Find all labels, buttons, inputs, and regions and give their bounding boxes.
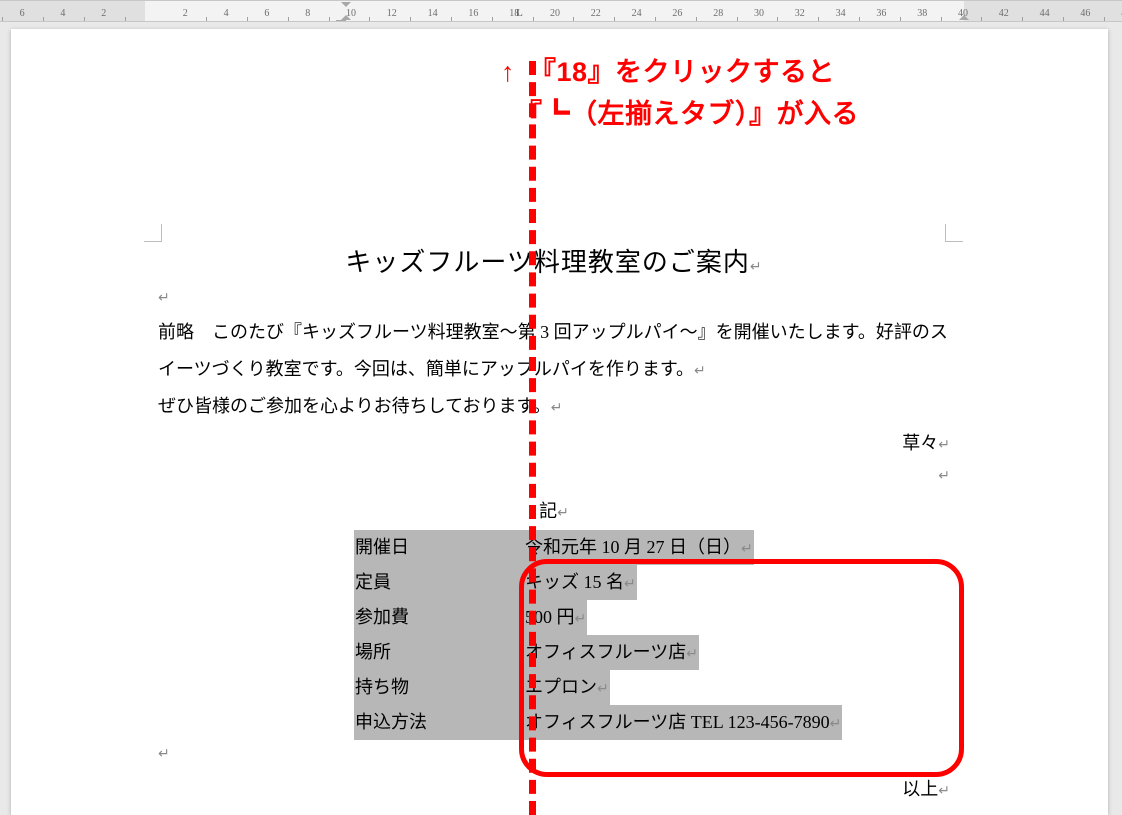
- annotation-text: ↑ 『18』をクリックすると 『┗（左揃えタブ）』が入る: [501, 52, 859, 136]
- editor-workspace: キッズフルーツ料理教室のご案内↵ ↵ 前略 このたび『キッズフルーツ料理教室〜第…: [0, 22, 1122, 815]
- paragraph-2: ぜひ皆様のご参加を心よりお待ちしております。↵: [158, 388, 950, 425]
- right-indent[interactable]: [959, 15, 969, 20]
- annotation-highlight-box: [519, 559, 964, 777]
- ruler-tick: 16: [468, 8, 478, 19]
- ruler-tick: 22: [591, 8, 601, 19]
- ruler-tick: 4: [60, 8, 65, 19]
- ruler-tick: 30: [754, 8, 764, 19]
- first-line-indent[interactable]: [341, 2, 351, 7]
- ruler-tick: 2: [101, 8, 106, 19]
- paragraph-1: 前略 このたび『キッズフルーツ料理教室〜第 3 回アップルパイ〜』を開催いたしま…: [158, 314, 950, 388]
- blank-line: ↵: [158, 462, 950, 493]
- ruler-tick: 6: [20, 8, 25, 19]
- ruler-tick: 24: [632, 8, 642, 19]
- ruler-tick: 8: [305, 8, 310, 19]
- ruler-tick: 34: [836, 8, 846, 19]
- ruler-tick: 32: [795, 8, 805, 19]
- ruler-tick: 26: [672, 8, 682, 19]
- doc-title: キッズフルーツ料理教室のご案内↵: [158, 242, 950, 284]
- margin-corner-tr: [945, 224, 963, 242]
- ruler-tick: 12: [387, 8, 397, 19]
- record-heading: 記↵: [158, 493, 950, 530]
- blank-line: ↵: [158, 284, 950, 315]
- ruler-tick: 28: [713, 8, 723, 19]
- ruler-tick: 4: [224, 8, 229, 19]
- ruler-tick: 36: [876, 8, 886, 19]
- record-label: 持ち物: [354, 670, 524, 705]
- ruler-tick: 20: [550, 8, 560, 19]
- ruler-tick: 14: [428, 8, 438, 19]
- closing-line: 草々↵: [158, 425, 950, 462]
- ruler-tick: 42: [999, 8, 1009, 19]
- ruler-tick: 38: [917, 8, 927, 19]
- record-label: 場所: [354, 635, 524, 670]
- ruler-tick: 44: [1040, 8, 1050, 19]
- ruler-tick: 2: [183, 8, 188, 19]
- horizontal-ruler[interactable]: 8642246810121416182022242628303234363840…: [0, 0, 1122, 22]
- record-label: 申込方法: [354, 705, 524, 740]
- ruler-tick: 6: [264, 8, 269, 19]
- ruler-tick: 46: [1080, 8, 1090, 19]
- margin-corner-tl: [144, 224, 162, 242]
- record-label: 参加費: [354, 600, 524, 635]
- document-page: キッズフルーツ料理教室のご案内↵ ↵ 前略 このたび『キッズフルーツ料理教室〜第…: [11, 29, 1108, 815]
- record-label: 定員: [354, 565, 524, 600]
- record-label: 開催日: [354, 530, 524, 565]
- tab-stop-18[interactable]: L: [516, 8, 523, 19]
